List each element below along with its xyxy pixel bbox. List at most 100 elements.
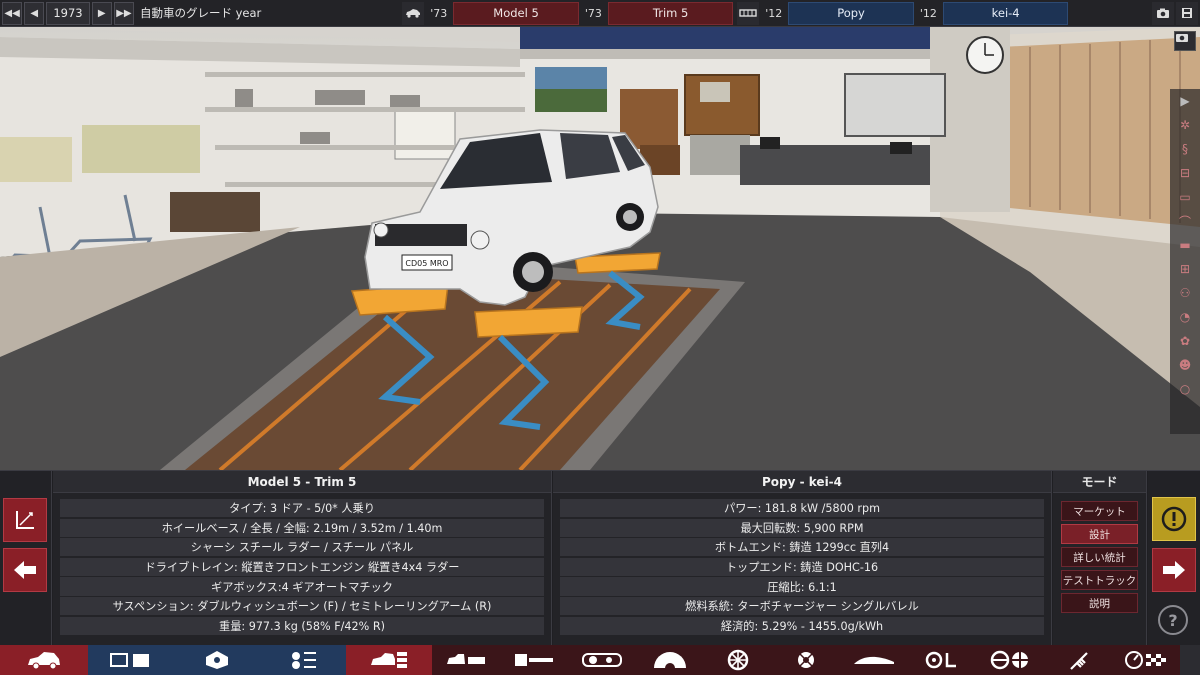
mode-description-button[interactable]: 説明 [1061,593,1138,613]
car-stat-row: サスペンション: ダブルウィッシュボーン (F) / セミトレーリングアーム (… [60,596,544,616]
wheel-icon [727,649,749,671]
car-info-title: Model 5 - Trim 5 [53,471,551,493]
valvetrain-icon [292,652,316,669]
model-select[interactable]: Model 5 [453,1,579,25]
step-aero[interactable] [840,645,908,675]
warning-button[interactable] [1152,497,1196,541]
drivetrain-icon [515,654,553,666]
car-icon[interactable] [402,1,425,25]
safety-icon [990,650,1028,670]
variant-select[interactable]: kei-4 [942,1,1069,25]
body-view-icon[interactable]: ▭ [1174,187,1196,207]
engine-stat-row: ボトムエンド: 鋳造 1299cc 直列4 [560,538,1044,557]
gauge-view-icon[interactable]: ◔ [1174,307,1196,327]
step-valvetrain[interactable] [260,645,346,675]
garage-render: CD05 MRO [0,27,1200,470]
info-panel: Model 5 - Trim 5 タイプ: 3 ドア - 5/0* 人乗り ホイ… [0,470,1200,646]
screenshot-icon[interactable] [1152,1,1175,25]
mode-title: モード [1053,471,1146,493]
engine-stat-row: トップエンド: 鋳造 DOHC-16 [560,557,1044,577]
aero-view-icon[interactable]: ⌒ [1174,211,1196,231]
headlights-icon [582,653,622,667]
engine-stat-row: 最大回転数: 5,900 RPM [560,518,1044,537]
step-cylinder[interactable] [174,645,260,675]
mode-panel: モード マーケット 設計 詳しい統計 テストトラック 説明 [1053,471,1147,646]
step-headlights[interactable] [568,645,636,675]
engine-family-select[interactable]: Popy [788,1,914,25]
mode-market-button[interactable]: マーケット [1061,501,1138,521]
wheel-view-icon[interactable]: ✲ [1174,115,1196,135]
engine-info-panel: Popy - kei-4 パワー: 181.8 kW /5800 rpm 最大回… [553,471,1052,646]
step-brakes[interactable] [772,645,840,675]
mode-design-button[interactable]: 設計 [1061,524,1138,544]
car-stat-row: ギアボックス:4 ギアオートマチック [60,577,544,596]
aero-icon [854,656,894,664]
save-icon[interactable] [1176,1,1199,25]
step-interior[interactable] [908,645,976,675]
view-toolbar: ▶ ✲ § ⊟ ▭ ⌒ ▬ ⊞ ⚇ ◔ ✿ ☻ ○ [1170,89,1200,434]
top-bar: ◀◀ ◀ 1973 ▶ ▶▶ 自動車のグレード year '73 Model 5… [0,0,1200,27]
axis-icon [16,511,34,529]
engine-year: '12 [765,6,783,20]
step-chassis[interactable] [346,645,432,675]
play-icon[interactable]: ▶ [1174,91,1196,111]
chassis-icon [371,652,407,668]
arrow-left-icon [14,561,36,579]
skip-back-icon[interactable]: ◀◀ [2,1,23,25]
step-car-body[interactable] [0,645,88,675]
engine-info-title: Popy - kei-4 [553,471,1051,493]
brakes-icon [798,652,814,668]
gear-view-icon[interactable]: ✿ [1174,331,1196,351]
car-stat-row: タイプ: 3 ドア - 5/0* 人乗り [60,499,544,518]
garage-3d-view[interactable]: CD05 MRO ▶ ✲ § ⊟ ▭ ⌒ ▬ ⊞ ⚇ ◔ ✿ ☻ ○ [0,27,1200,470]
frame-view-icon[interactable]: ⚇ [1174,283,1196,303]
mode-detailed-stats-button[interactable]: 詳しい統計 [1061,547,1138,567]
skip-forward-icon[interactable]: ▶▶ [113,1,134,25]
step-engine-block[interactable] [88,645,174,675]
year-field[interactable]: 1973 [46,1,90,25]
next-year-icon[interactable]: ▶ [91,1,112,25]
engine-block-icon [110,653,149,667]
step-drivetrain[interactable] [500,645,568,675]
circle-view-icon[interactable]: ○ [1174,379,1196,399]
car-view-icon[interactable]: ▬ [1174,235,1196,255]
arrow-right-icon [1163,561,1185,579]
prev-year-icon[interactable]: ◀ [24,1,45,25]
chassis-view-icon[interactable]: ⊞ [1174,259,1196,279]
car-stat-row: ドライブトレイン: 縦置きフロントエンジン 縦置き4x4 ラダー [60,557,544,577]
step-safety[interactable] [976,645,1044,675]
person-view-icon[interactable]: ☻ [1174,355,1196,375]
help-icon[interactable]: ? [1158,605,1188,635]
next-button[interactable] [1152,548,1196,592]
design-steps-bar [0,645,1200,675]
car-stat-row: シャーシ スチール ラダー / スチール パネル [60,538,544,557]
trim-select[interactable]: Trim 5 [607,1,734,25]
axle-view-icon[interactable]: ⊟ [1174,163,1196,183]
right-controls: ? [1148,471,1200,646]
warning-icon [1161,506,1187,532]
engine-icon[interactable] [737,1,760,25]
trim-year: '73 [584,6,602,20]
step-suspension[interactable] [1044,645,1112,675]
back-button[interactable] [3,548,47,592]
mode-test-track-button[interactable]: テストトラック [1061,570,1138,590]
engine-stat-row: 圧縮比: 6.1:1 [560,577,1044,596]
step-gearbox[interactable] [636,645,704,675]
step-wheels[interactable] [704,645,772,675]
engine-stat-row: 経済的: 5.29% - 1455.0g/kWh [560,616,1044,635]
gearbox-icon [654,652,686,670]
spring-view-icon[interactable]: § [1174,139,1196,159]
year-label: 自動車のグレード year [139,6,262,20]
step-finish[interactable] [1180,645,1200,675]
step-body-panels[interactable] [432,645,500,675]
variant-year: '12 [919,6,937,20]
license-plate-text: CD05 MRO [405,259,448,268]
model-year: '73 [430,6,448,20]
interior-icon [925,651,956,669]
camera-icon[interactable] [1174,31,1196,51]
cylinder-icon [206,651,228,669]
step-testing[interactable] [1112,645,1180,675]
dimension-tool-button[interactable] [3,498,47,542]
car-info-panel: Model 5 - Trim 5 タイプ: 3 ドア - 5/0* 人乗り ホイ… [53,471,552,646]
suspension-icon [1070,652,1088,670]
